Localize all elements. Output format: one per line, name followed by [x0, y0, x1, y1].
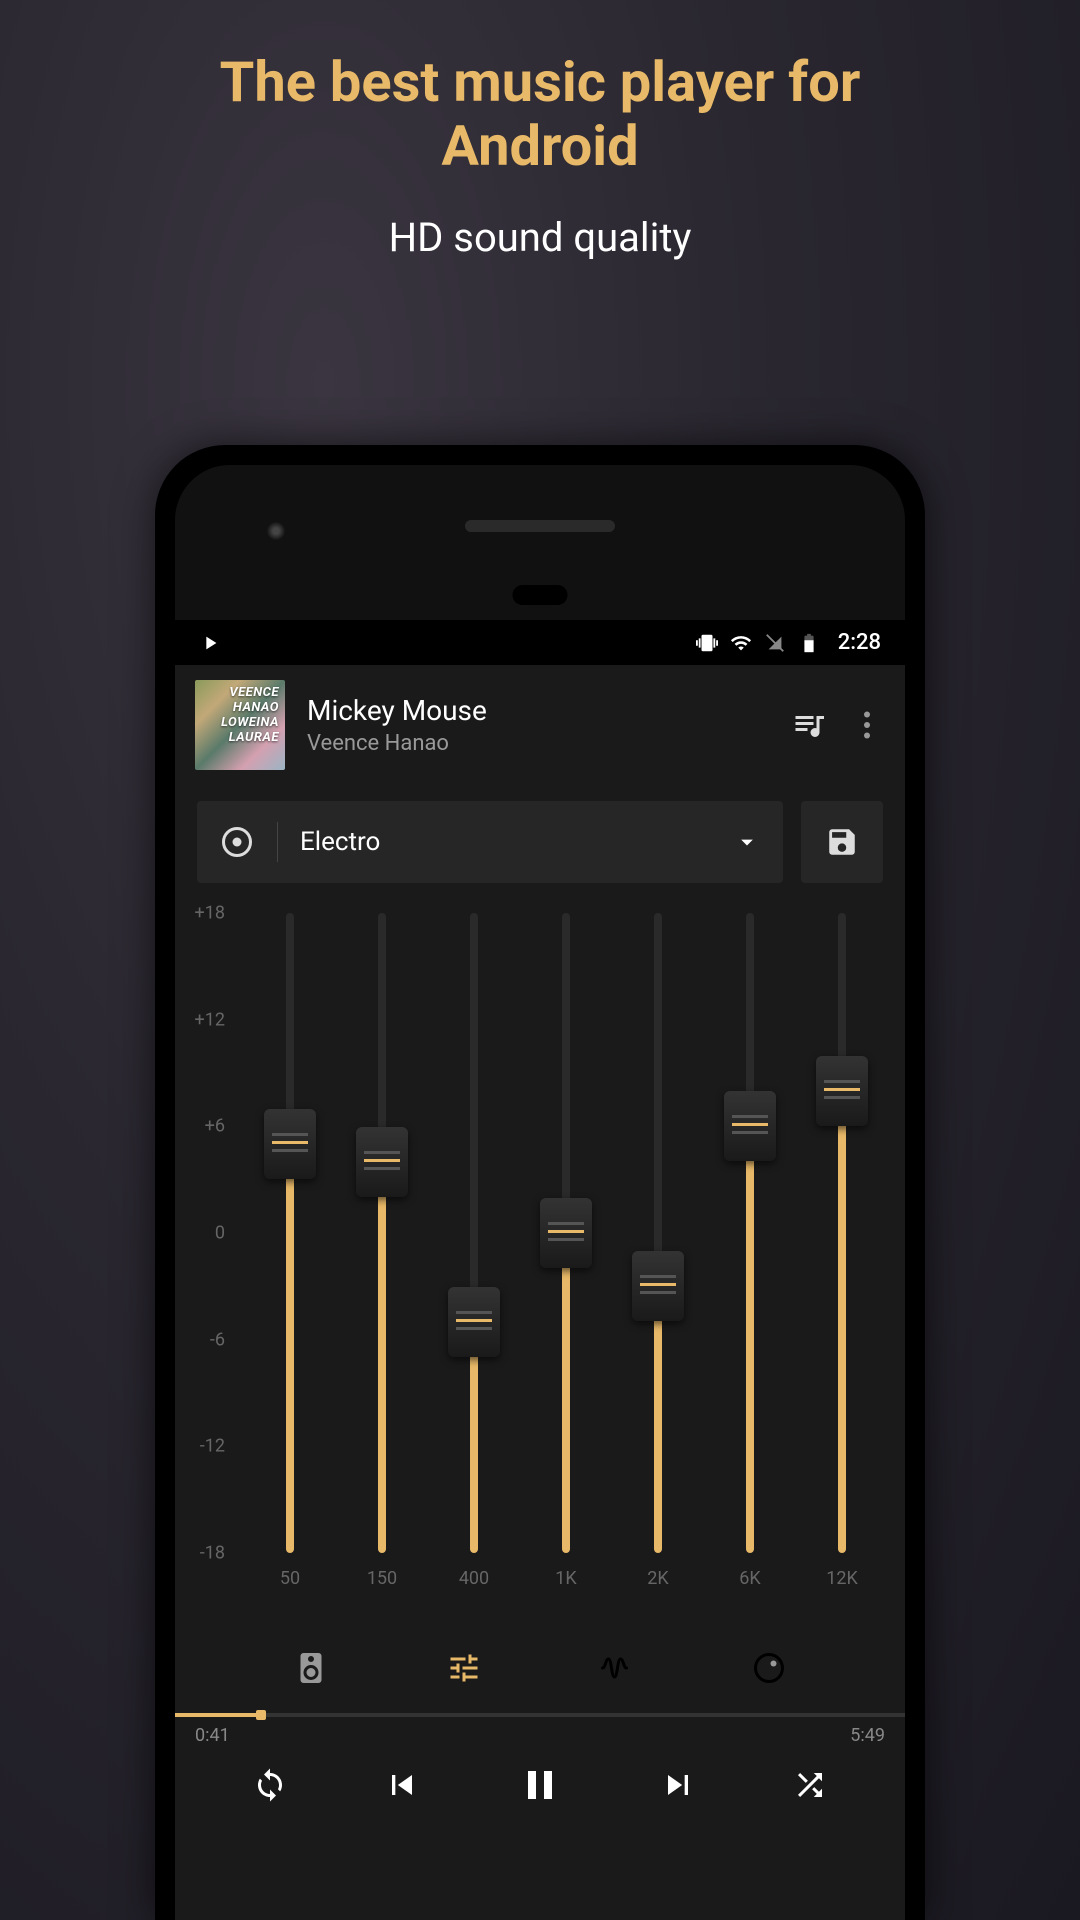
- eq-slider[interactable]: [531, 913, 601, 1553]
- eq-slider[interactable]: [715, 913, 785, 1553]
- promo-title-line2: Android: [441, 113, 638, 179]
- eq-fill: [838, 1091, 846, 1553]
- play-icon: [199, 632, 221, 654]
- tab-speaker[interactable]: [291, 1648, 331, 1688]
- now-playing-header: VEENCEHANAOLOWEINALAURAE Mickey Mouse Ve…: [175, 665, 905, 785]
- eq-x-label: 150: [347, 1568, 417, 1589]
- eq-tabs: [175, 1618, 905, 1713]
- track-artist: Veence Hanao: [307, 731, 769, 756]
- no-sim-icon: [764, 632, 786, 654]
- tab-wave[interactable]: [596, 1648, 636, 1688]
- gauge-icon: [751, 1650, 787, 1686]
- eq-slider[interactable]: [807, 913, 877, 1553]
- eq-x-labels: 50 150 400 1K 2K 6K 12K: [255, 1568, 877, 1589]
- time-elapsed: 0:41: [195, 1725, 230, 1746]
- eq-slider[interactable]: [347, 913, 417, 1553]
- eq-slider[interactable]: [623, 913, 693, 1553]
- eq-y-label: 0: [215, 1223, 225, 1244]
- eq-slider[interactable]: [255, 913, 325, 1553]
- wifi-icon: [730, 632, 752, 654]
- progress-bar[interactable]: [175, 1713, 905, 1717]
- status-bar: 2:28: [175, 620, 905, 665]
- preset-dropdown[interactable]: Electro: [197, 801, 783, 883]
- promo-title: The best music player for Android: [0, 50, 1080, 179]
- speaker-grille: [465, 520, 615, 532]
- eq-y-label: +12: [195, 1009, 225, 1030]
- eq-thumb[interactable]: [264, 1109, 316, 1179]
- playback-controls: [175, 1749, 905, 1839]
- previous-button[interactable]: [382, 1765, 422, 1805]
- eq-x-label: 1K: [531, 1568, 601, 1589]
- eq-fill: [286, 1144, 294, 1553]
- eq-x-label: 6K: [715, 1568, 785, 1589]
- eq-x-label: 50: [255, 1568, 325, 1589]
- eq-x-label: 400: [439, 1568, 509, 1589]
- preset-row: Electro: [175, 785, 905, 893]
- save-preset-button[interactable]: [801, 801, 883, 883]
- wave-icon: [598, 1650, 634, 1686]
- divider: [277, 822, 278, 862]
- time-row: 0:41 5:49: [175, 1717, 905, 1749]
- eq-y-label: -12: [200, 1436, 225, 1457]
- app-screen: 2:28 VEENCEHANAOLOWEINALAURAE Mickey Mou…: [175, 620, 905, 1920]
- speaker-icon: [293, 1650, 329, 1686]
- equalizer-area: +18 +12 +6 0 -6 -12 -18 50 150 400 1K 2K 6K 12K: [175, 893, 905, 1618]
- battery-icon: [798, 632, 820, 654]
- camera-dot: [265, 520, 287, 542]
- progress-thumb[interactable]: [256, 1710, 266, 1720]
- eq-thumb[interactable]: [540, 1198, 592, 1268]
- eq-thumb[interactable]: [816, 1056, 868, 1126]
- eq-fill: [378, 1162, 386, 1553]
- progress-fill: [175, 1713, 261, 1717]
- track-title: Mickey Mouse: [307, 694, 769, 727]
- repeat-button[interactable]: [252, 1767, 288, 1803]
- eq-fill: [562, 1233, 570, 1553]
- eq-thumb[interactable]: [724, 1091, 776, 1161]
- promo-subtitle: HD sound quality: [0, 214, 1080, 261]
- promo-title-line1: The best music player for: [220, 49, 861, 115]
- sensor-pill: [513, 585, 568, 605]
- eq-y-label: +18: [195, 903, 225, 924]
- eq-y-labels: +18+12+60-6-12-18: [175, 913, 235, 1553]
- eq-fill: [654, 1286, 662, 1553]
- device-frame: 2:28 VEENCEHANAOLOWEINALAURAE Mickey Mou…: [155, 445, 925, 1920]
- next-button[interactable]: [658, 1765, 698, 1805]
- album-art-text: VEENCEHANAOLOWEINALAURAE: [221, 686, 279, 746]
- eq-thumb[interactable]: [448, 1287, 500, 1357]
- preset-label: Electro: [300, 827, 711, 857]
- shuffle-button[interactable]: [792, 1767, 828, 1803]
- eq-fill: [746, 1126, 754, 1553]
- eq-sliders: [255, 913, 877, 1553]
- record-icon: [219, 824, 255, 860]
- track-info[interactable]: Mickey Mouse Veence Hanao: [307, 694, 769, 756]
- tab-equalizer[interactable]: [444, 1648, 484, 1688]
- eq-y-label: -6: [210, 1329, 225, 1350]
- promo-text-block: The best music player for Android HD sou…: [0, 0, 1080, 261]
- eq-y-label: -18: [200, 1543, 225, 1564]
- eq-x-label: 2K: [623, 1568, 693, 1589]
- playlist-icon[interactable]: [791, 707, 827, 743]
- save-icon: [825, 825, 859, 859]
- album-art[interactable]: VEENCEHANAOLOWEINALAURAE: [195, 680, 285, 770]
- status-time: 2:28: [838, 630, 881, 655]
- eq-y-label: +6: [205, 1116, 225, 1137]
- vibrate-icon: [696, 632, 718, 654]
- chevron-down-icon: [733, 828, 761, 856]
- more-icon[interactable]: [849, 707, 885, 743]
- eq-x-label: 12K: [807, 1568, 877, 1589]
- pause-button[interactable]: [516, 1761, 564, 1809]
- eq-thumb[interactable]: [356, 1127, 408, 1197]
- sliders-icon: [446, 1650, 482, 1686]
- tab-gauge[interactable]: [749, 1648, 789, 1688]
- eq-slider[interactable]: [439, 913, 509, 1553]
- eq-thumb[interactable]: [632, 1251, 684, 1321]
- time-duration: 5:49: [850, 1725, 885, 1746]
